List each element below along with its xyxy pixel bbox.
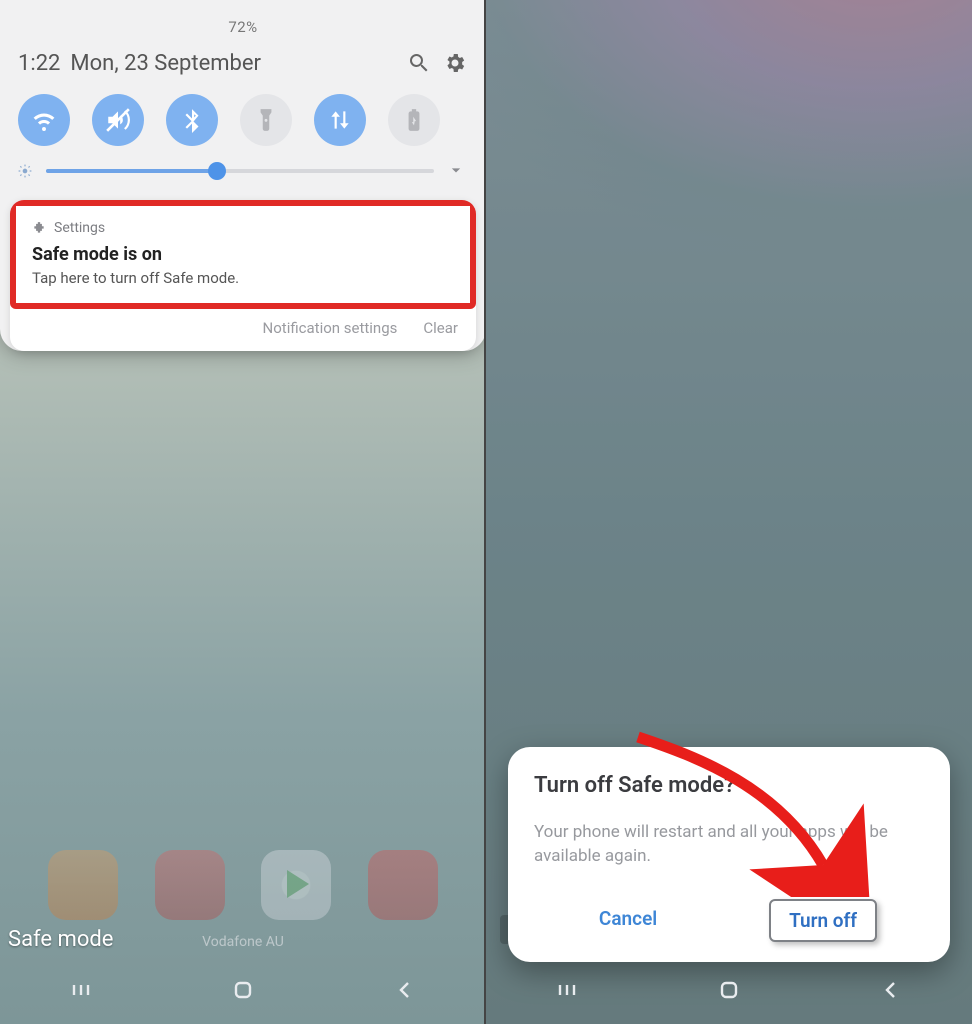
- brightness-track[interactable]: [46, 169, 434, 173]
- shade-header: 1:22 Mon, 23 September: [18, 50, 468, 76]
- settings-icon: [32, 221, 46, 235]
- dialog-title: Turn off Safe mode?: [534, 773, 924, 798]
- nav-bar: [0, 966, 486, 1014]
- dock-app-4[interactable]: [368, 850, 438, 920]
- wifi-toggle[interactable]: [18, 94, 70, 146]
- search-icon[interactable]: [406, 50, 432, 76]
- clock-text: 1:22: [18, 51, 60, 76]
- quick-settings-row: [18, 94, 468, 146]
- safe-mode-notification[interactable]: Settings Safe mode is on Tap here to tur…: [10, 200, 476, 309]
- dialog-message: Your phone will restart and all your app…: [534, 820, 924, 869]
- notification-shade: 72% 1:22 Mon, 23 September: [0, 0, 486, 351]
- date-text: Mon, 23 September: [70, 51, 261, 76]
- bluetooth-toggle[interactable]: [166, 94, 218, 146]
- mobile-data-toggle[interactable]: [314, 94, 366, 146]
- dock-app-3[interactable]: [261, 850, 331, 920]
- notification-footer: Notification settings Clear: [10, 309, 476, 351]
- notification-app-row: Settings: [32, 220, 454, 236]
- brightness-icon: [18, 163, 34, 179]
- flashlight-toggle[interactable]: [240, 94, 292, 146]
- dock-app-2[interactable]: [155, 850, 225, 920]
- turn-off-dialog: Turn off Safe mode? Your phone will rest…: [508, 747, 950, 962]
- chevron-down-icon[interactable]: [446, 160, 468, 182]
- notification-title: Safe mode is on: [32, 244, 454, 265]
- annotation-arrow: [618, 727, 878, 897]
- battery-text: 72%: [228, 18, 257, 36]
- turn-off-button[interactable]: Turn off: [769, 899, 877, 942]
- notification-app-name: Settings: [54, 220, 105, 236]
- recents-button[interactable]: [55, 976, 107, 1004]
- gear-icon[interactable]: [442, 50, 468, 76]
- sound-toggle[interactable]: [92, 94, 144, 146]
- battery-toggle[interactable]: [388, 94, 440, 146]
- notification-clear-link[interactable]: Clear: [423, 319, 458, 337]
- home-button[interactable]: [217, 976, 269, 1004]
- dock-app-1[interactable]: [48, 850, 118, 920]
- notification-settings-link[interactable]: Notification settings: [263, 319, 398, 337]
- nav-bar: [486, 966, 972, 1014]
- home-button[interactable]: [703, 976, 755, 1004]
- recents-button[interactable]: [541, 976, 593, 1004]
- status-bar: 72%: [0, 18, 486, 36]
- safe-mode-badge: Safe mode: [8, 927, 113, 952]
- phone-left: Safe mode Vodafone AU 72% 1:22 Mon, 23 S…: [0, 0, 486, 1024]
- notification-message: Tap here to turn off Safe mode.: [32, 269, 454, 287]
- back-button[interactable]: [379, 976, 431, 1004]
- phone-right: Safe mode Turn off Safe mode? Your phone…: [486, 0, 972, 1024]
- carrier-label: Vodafone AU: [202, 934, 284, 950]
- cancel-button[interactable]: Cancel: [581, 899, 675, 942]
- notification-card: Settings Safe mode is on Tap here to tur…: [10, 200, 476, 351]
- back-button[interactable]: [865, 976, 917, 1004]
- brightness-slider[interactable]: [18, 160, 468, 182]
- dock-row: [0, 850, 486, 920]
